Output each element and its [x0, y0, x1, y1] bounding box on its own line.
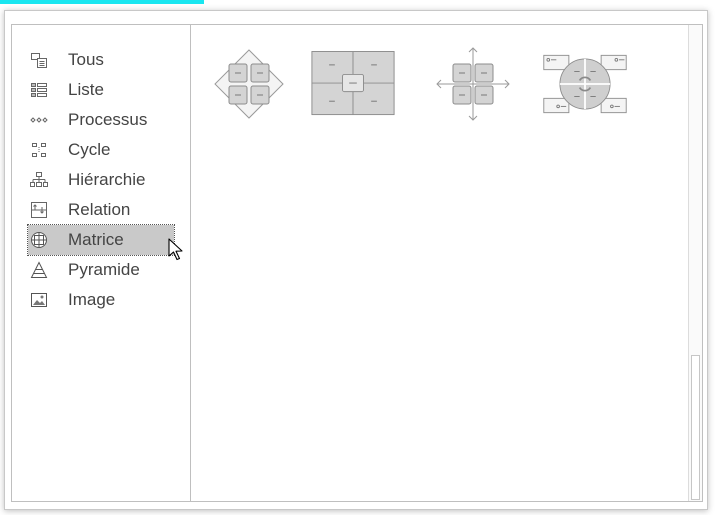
layout-basic-matrix[interactable] [206, 45, 292, 123]
category-item-matrice[interactable]: Matrice [27, 224, 175, 256]
smartart-dialog: Tous Liste Processus Cycle Hiérarchie Re… [4, 10, 708, 510]
category-label: Hiérarchie [68, 170, 146, 189]
matrix-icon [30, 231, 48, 249]
all-icon [30, 51, 48, 69]
category-item-relation[interactable]: Relation [28, 195, 174, 225]
smartart-panel: Tous Liste Processus Cycle Hiérarchie Re… [11, 24, 703, 502]
process-icon [30, 111, 48, 129]
category-item-tous[interactable]: Tous [28, 45, 174, 75]
category-label: Matrice [68, 230, 124, 249]
list-icon [30, 81, 48, 99]
cycle-matrix-icon [543, 54, 627, 114]
category-item-pyramide[interactable]: Pyramide [28, 255, 174, 285]
layout-cycle-matrix[interactable] [542, 45, 628, 123]
vertical-scrollbar[interactable] [688, 25, 702, 501]
category-item-liste[interactable]: Liste [28, 75, 174, 105]
picture-icon [30, 291, 48, 309]
titled-matrix-icon [311, 51, 395, 116]
pyramid-icon [30, 261, 48, 279]
accent-bar [0, 0, 204, 4]
layout-gallery [192, 25, 688, 501]
scrollbar-thumb[interactable] [691, 355, 700, 500]
category-item-hierarchie[interactable]: Hiérarchie [28, 165, 174, 195]
category-label: Processus [68, 110, 148, 129]
category-item-processus[interactable]: Processus [28, 105, 174, 135]
category-label: Pyramide [68, 260, 140, 279]
mouse-cursor-icon [168, 238, 183, 261]
category-label: Relation [68, 200, 131, 219]
basic-matrix-icon [214, 49, 284, 119]
hierarchy-icon [30, 171, 48, 189]
grid-matrix-icon [436, 47, 510, 121]
category-item-cycle[interactable]: Cycle [28, 135, 174, 165]
category-list: Tous Liste Processus Cycle Hiérarchie Re… [12, 25, 191, 501]
layout-grid-matrix[interactable] [430, 45, 516, 123]
category-label: Tous [68, 50, 104, 69]
category-label: Image [68, 290, 116, 309]
category-item-image[interactable]: Image [28, 285, 174, 315]
category-label: Cycle [68, 140, 111, 159]
layout-titled-matrix[interactable] [310, 45, 396, 123]
cycle-icon [30, 141, 48, 159]
category-label: Liste [68, 80, 104, 99]
relationship-icon [30, 201, 48, 219]
